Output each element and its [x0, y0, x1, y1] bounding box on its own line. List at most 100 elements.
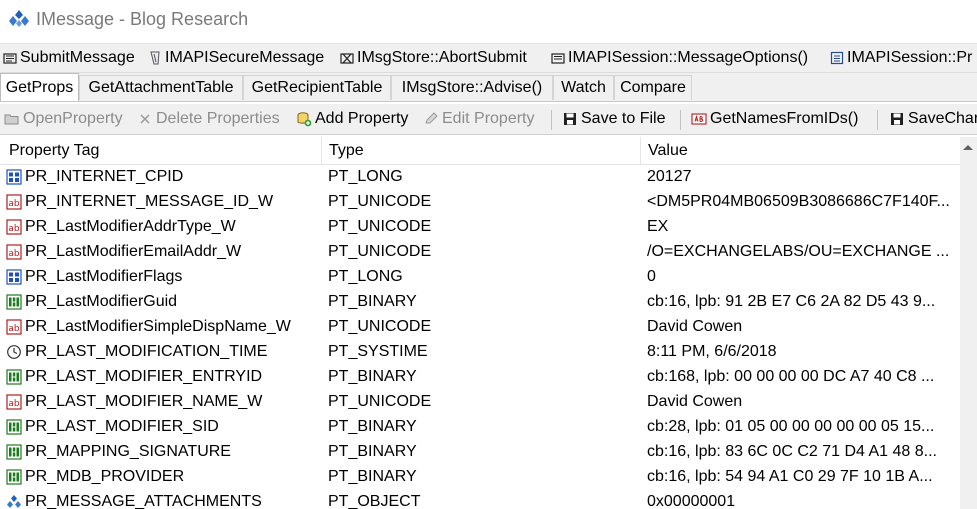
session-icon [829, 50, 845, 66]
svg-text:ab: ab [8, 324, 20, 334]
property-type-cell: PT_UNICODE [328, 242, 432, 260]
vertical-scrollbar[interactable] [960, 137, 977, 509]
table-row[interactable]: ab PR_INTERNET_MESSAGE_ID_W PT_UNICODE <DM5… [0, 189, 960, 214]
property-value-cell: David Cowen [647, 317, 743, 335]
table-row[interactable]: PR_LastModifierGuid PT_BINARY cb:16, lpb: … [0, 289, 960, 314]
table-row[interactable]: PR_LAST_MODIFIER_ENTRYID PT_BINARY cb:168,… [0, 364, 960, 389]
property-value-cell: 8:11 PM, 6/6/2018 [647, 342, 777, 360]
tab-imsgstore-advise[interactable]: IMsgStore::Advise() [391, 75, 553, 100]
property-tag-cell: PR_INTERNET_CPID [6, 164, 320, 189]
session-button[interactable]: IMAPISession::Pr [829, 47, 972, 69]
table-row[interactable]: PR_LAST_MODIFICATION_TIME PT_SYSTIME 8:11 … [0, 339, 960, 364]
open-property-button[interactable]: OpenProperty [4, 108, 123, 130]
property-value-cell: cb:16, lpb: 83 6C 0C C2 71 D4 A1 48 8... [647, 442, 937, 460]
property-tag-text: PR_MDB_PROVIDER [25, 467, 185, 485]
table-row[interactable]: PR_MAPPING_SIGNATURE PT_BINARY cb:16, lpb:… [0, 439, 960, 464]
delete-x-icon [137, 111, 153, 127]
svg-text:ab: ab [8, 249, 20, 259]
save-to-file-button[interactable]: Save to File [562, 108, 665, 130]
property-tag-cell: PR_LAST_MODIFIER_ENTRYID [6, 364, 320, 389]
property-tag-cell: PR_LastModifierGuid [6, 289, 320, 314]
property-tag-cell: ab PR_INTERNET_MESSAGE_ID_W [6, 189, 320, 214]
property-tag-text: PR_LastModifierAddrType_W [25, 217, 236, 235]
property-value-cell: cb:16, lpb: 54 94 A1 C0 29 7F 10 1B A... [647, 467, 933, 485]
abort-submit-button[interactable]: IMsgStore::AbortSubmit [339, 47, 527, 69]
property-value-cell: 0x00000001 [647, 492, 736, 509]
table-row[interactable]: PR_MDB_PROVIDER PT_BINARY cb:16, lpb: 54 9… [0, 464, 960, 489]
tab-getrecipienttable[interactable]: GetRecipientTable [243, 75, 391, 100]
secure-message-icon [147, 50, 163, 66]
scroll-up-arrow-icon[interactable] [963, 145, 973, 150]
toolbar-separator [551, 110, 552, 130]
property-tag-text: PR_MESSAGE_ATTACHMENTS [25, 492, 262, 509]
window-title: IMessage - Blog Research [36, 9, 249, 29]
property-tag-text: PR_LastModifierSimpleDispName_W [25, 317, 291, 335]
property-type-cell: PT_SYSTIME [328, 342, 428, 360]
property-tag-text: PR_LastModifierGuid [25, 292, 178, 310]
property-tag-cell: ab PR_LAST_MODIFIER_NAME_W [6, 389, 320, 414]
column-header-value[interactable]: Value [639, 137, 960, 164]
toolbar-separator [877, 110, 878, 130]
save-changes-button[interactable]: SaveChar [889, 108, 977, 130]
message-options-button[interactable]: IMAPISession::MessageOptions() [550, 47, 808, 69]
property-value-cell: David Cowen [647, 392, 743, 410]
secure-message-button[interactable]: IMAPISecureMessage [147, 47, 324, 69]
object-type-icon [6, 494, 22, 509]
property-tag-text: PR_LastModifierEmailAddr_W [25, 242, 242, 260]
svg-text:ab: ab [8, 199, 20, 209]
table-row[interactable]: PR_MESSAGE_ATTACHMENTS PT_OBJECT 0x0000000… [0, 489, 960, 509]
edit-pencil-icon [423, 111, 439, 127]
property-type-cell: PT_UNICODE [328, 317, 432, 335]
submit-message-icon [2, 50, 18, 66]
get-names-from-ids-button[interactable]: GetNamesFromIDs() [691, 108, 858, 130]
property-tag-text: PR_LAST_MODIFICATION_TIME [25, 342, 268, 360]
column-header-type[interactable]: Type [320, 137, 640, 164]
property-grid: Property Tag Type Value PR_INTERNET_CPID… [0, 137, 977, 509]
table-row[interactable]: ab PR_LastModifierAddrType_W PT_UNICODE EX [0, 214, 960, 239]
action-toolbar: SubmitMessage IMAPISecureMessage IMsgSto… [0, 43, 977, 73]
add-property-button[interactable]: Add Property [296, 108, 408, 130]
named-prop-icon [691, 111, 707, 127]
property-tag-text: PR_INTERNET_MESSAGE_ID_W [25, 192, 274, 210]
long-type-icon [6, 268, 22, 285]
property-value-cell: cb:28, lpb: 01 05 00 00 00 00 00 05 15..… [647, 417, 935, 435]
property-tag-cell: PR_MAPPING_SIGNATURE [6, 439, 320, 464]
tab-getprops[interactable]: GetProps [0, 73, 79, 101]
property-tabs: GetProps GetAttachmentTable GetRecipient… [0, 73, 977, 102]
floppy-disk-icon [889, 111, 905, 127]
property-type-cell: PT_BINARY [328, 292, 417, 310]
column-header-property-tag[interactable]: Property Tag [0, 137, 321, 164]
tab-watch[interactable]: Watch [553, 75, 614, 100]
tab-getattachmenttable[interactable]: GetAttachmentTable [79, 75, 243, 100]
binary-type-icon [6, 293, 22, 310]
property-tag-text: PR_LAST_MODIFIER_SID [25, 417, 219, 435]
table-row[interactable]: ab PR_LAST_MODIFIER_NAME_W PT_UNICODE David… [0, 389, 960, 414]
props-toolbar: OpenProperty Delete Properties Add Prope… [0, 104, 977, 135]
property-tag-cell: PR_LAST_MODIFICATION_TIME [6, 339, 320, 364]
table-row[interactable]: PR_INTERNET_CPID PT_LONG 20127 [0, 164, 960, 189]
string-type-icon: ab [6, 393, 22, 410]
message-options-icon [550, 50, 566, 66]
delete-properties-button[interactable]: Delete Properties [137, 108, 280, 130]
table-row[interactable]: PR_LAST_MODIFIER_SID PT_BINARY cb:28, lpb:… [0, 414, 960, 439]
svg-text:ab: ab [8, 399, 20, 409]
property-tag-text: PR_MAPPING_SIGNATURE [25, 442, 231, 460]
abort-submit-icon [339, 50, 355, 66]
property-type-cell: PT_BINARY [328, 367, 417, 385]
tab-compare[interactable]: Compare [614, 75, 692, 100]
property-type-cell: PT_LONG [328, 167, 403, 185]
table-row[interactable]: ab PR_LastModifierEmailAddr_W PT_UNICODE/O… [0, 239, 960, 264]
property-type-cell: PT_UNICODE [328, 392, 432, 410]
binary-type-icon [6, 418, 22, 435]
floppy-disk-icon [562, 111, 578, 127]
string-type-icon: ab [6, 193, 22, 210]
property-type-cell: PT_UNICODE [328, 217, 432, 235]
table-row[interactable]: PR_LastModifierFlags PT_LONG 0 [0, 264, 960, 289]
property-value-cell: cb:16, lpb: 91 2B E7 C6 2A 82 D5 43 9... [647, 292, 936, 310]
mfcmapi-logo-icon [8, 9, 30, 29]
table-row[interactable]: ab PR_LastModifierSimpleDispName_W PT_UNIC… [0, 314, 960, 339]
edit-property-button[interactable]: Edit Property [423, 108, 534, 130]
property-tag-text: PR_INTERNET_CPID [25, 167, 184, 185]
property-type-cell: PT_UNICODE [328, 192, 432, 210]
submit-message-button[interactable]: SubmitMessage [2, 47, 135, 69]
